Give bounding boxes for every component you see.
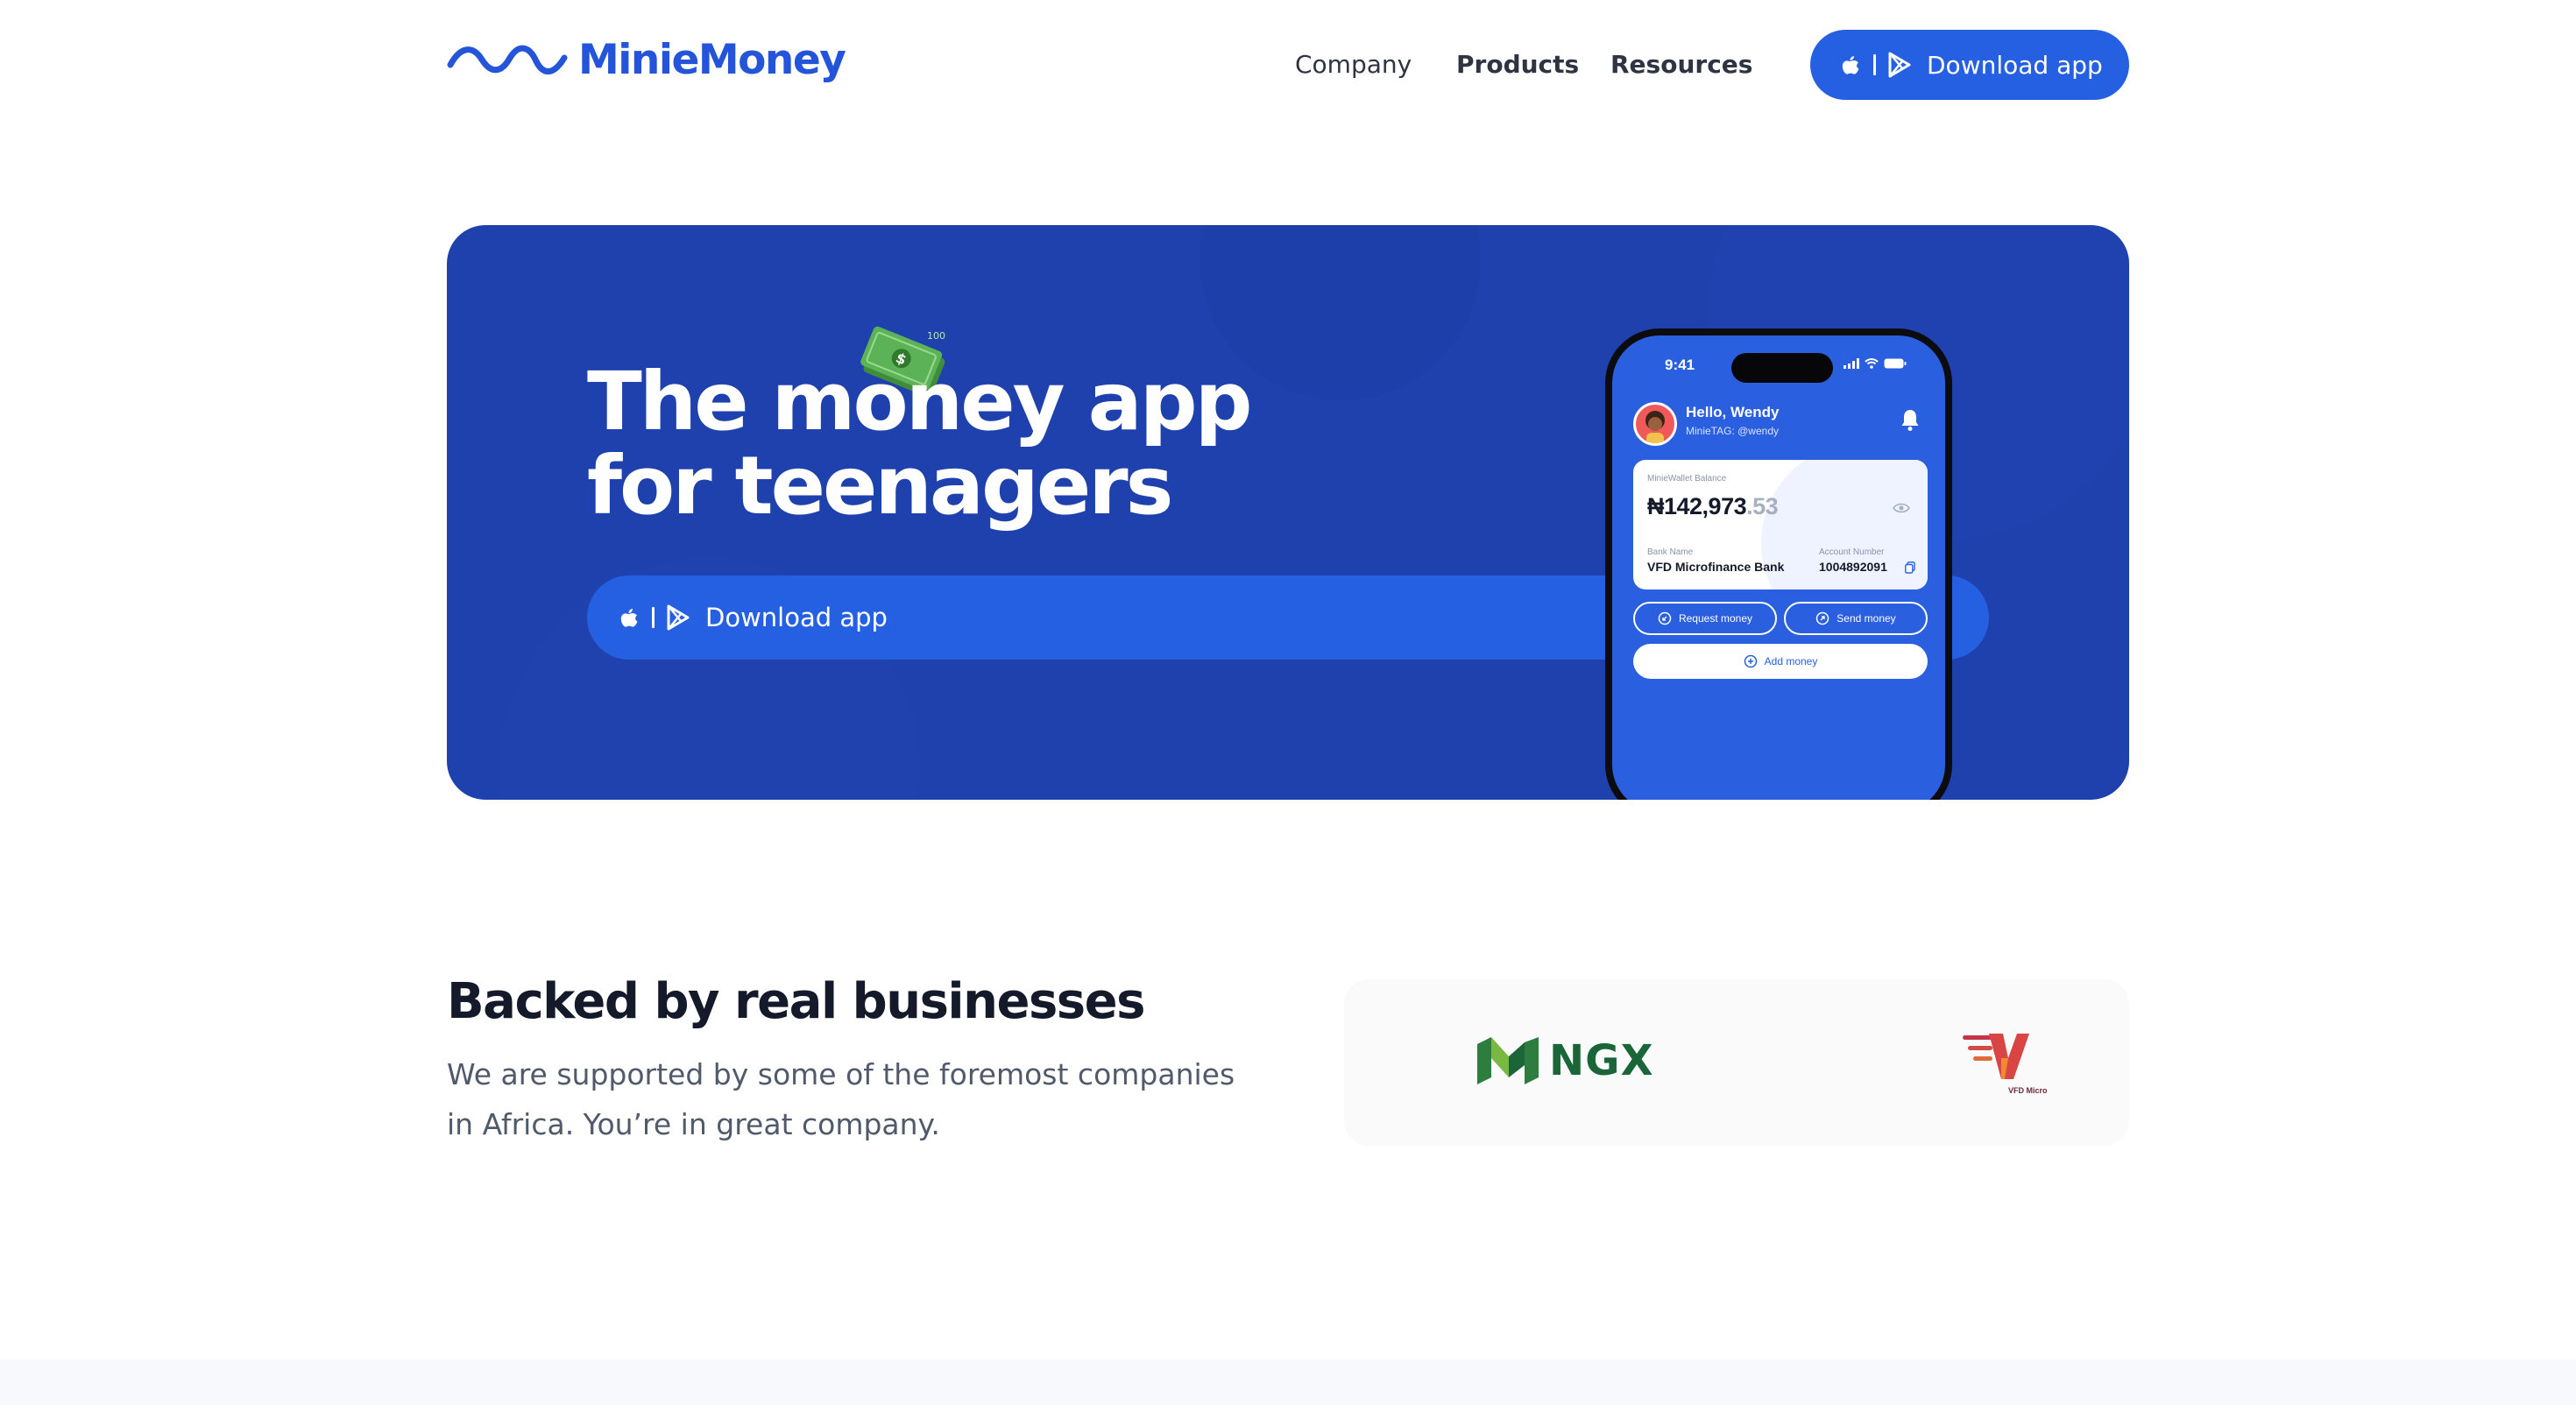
- google-play-icon: [1888, 52, 1911, 78]
- hero-banner: $ 100 The money app for teenagers Downlo…: [447, 225, 2129, 800]
- minie-tag: MinieTAG: @wendy: [1686, 425, 1779, 437]
- store-icons: [1840, 51, 1913, 79]
- download-app-label: Download app: [1927, 50, 2103, 80]
- download-app-button[interactable]: Download app: [1810, 30, 2129, 100]
- ngx-logo: NGX: [1474, 1034, 1654, 1088]
- account-number: 1004892091: [1819, 560, 1887, 574]
- eye-icon[interactable]: [1893, 502, 1910, 514]
- plus-circle-icon: [1744, 654, 1757, 668]
- vfd-mark-icon: [1963, 1034, 2029, 1079]
- wallet-balance: ₦142,973.53: [1647, 493, 1779, 520]
- avatar-portrait-icon: [1645, 411, 1665, 443]
- bank-name-label: Bank Name: [1647, 547, 1694, 557]
- wallet-label: MinieWallet Balance: [1647, 474, 1727, 484]
- dynamic-island: [1731, 353, 1833, 383]
- nav-resources[interactable]: Resources: [1610, 49, 1752, 81]
- arrow-up-circle-icon: [1816, 611, 1829, 625]
- hero-download-label: Download app: [705, 603, 888, 632]
- status-icons: [1844, 358, 1907, 369]
- svg-text:100: 100: [927, 330, 945, 342]
- wifi-icon: [1865, 358, 1879, 369]
- send-money-label: Send money: [1836, 612, 1896, 625]
- bell-icon[interactable]: [1900, 407, 1921, 432]
- avatar[interactable]: [1633, 402, 1677, 446]
- bank-name: VFD Microfinance Bank: [1647, 560, 1785, 574]
- hero-download-button[interactable]: Download app: [619, 575, 888, 660]
- wallet-card: MinieWallet Balance ₦142,973.53 Bank Nam…: [1633, 460, 1928, 590]
- separator: [652, 607, 655, 628]
- request-money-label: Request money: [1678, 612, 1753, 625]
- backed-subtitle: We are supported by some of the foremost…: [447, 1057, 1235, 1141]
- brand-name: MinieMoney: [578, 35, 846, 84]
- add-money-button[interactable]: Add money: [1633, 644, 1928, 679]
- account-number-label: Account Number: [1819, 547, 1885, 557]
- send-money-button[interactable]: Send money: [1784, 602, 1928, 635]
- vfd-logo: VFD Micro: [1963, 1032, 2048, 1095]
- hero-store-icons: [619, 604, 691, 632]
- separator: [1873, 54, 1876, 75]
- apple-icon: [620, 609, 638, 627]
- battery-icon: [1884, 358, 1907, 369]
- backed-title: Backed by real businesses: [447, 973, 1145, 1030]
- phone-screen: 9:41 Hello, Wendy MinieTAG: @wendy Minie…: [1612, 335, 1945, 800]
- google-play-icon: [667, 604, 690, 631]
- ngx-mark-icon: [1477, 1037, 1539, 1084]
- request-money-button[interactable]: Request money: [1633, 602, 1777, 635]
- phone-time: 9:41: [1665, 357, 1695, 373]
- vfd-text: VFD Micro: [2008, 1086, 2048, 1095]
- signal-icon: [1844, 358, 1859, 369]
- phone-mockup: 9:41 Hello, Wendy MinieTAG: @wendy Minie…: [1605, 328, 1952, 800]
- partners-panel: NGX VFD Micro: [1344, 979, 2129, 1146]
- arrow-down-circle-icon: [1658, 611, 1672, 625]
- copy-icon[interactable]: [1905, 561, 1915, 574]
- balance-decimal: .53: [1746, 493, 1779, 519]
- add-money-label: Add money: [1764, 655, 1818, 667]
- ngx-text: NGX: [1549, 1036, 1654, 1085]
- greeting: Hello, Wendy: [1686, 404, 1780, 420]
- balance-main: ₦142,973: [1647, 493, 1747, 519]
- apple-icon: [1842, 56, 1859, 74]
- brand-logo[interactable]: MinieMoney: [447, 35, 846, 84]
- nav-products[interactable]: Products: [1456, 49, 1579, 81]
- wave-logo-icon: [447, 45, 568, 74]
- hero-title: The money app for teenagers: [587, 355, 1252, 533]
- nav-company[interactable]: Company: [1295, 49, 1412, 81]
- footer-strip: [0, 1359, 2576, 1405]
